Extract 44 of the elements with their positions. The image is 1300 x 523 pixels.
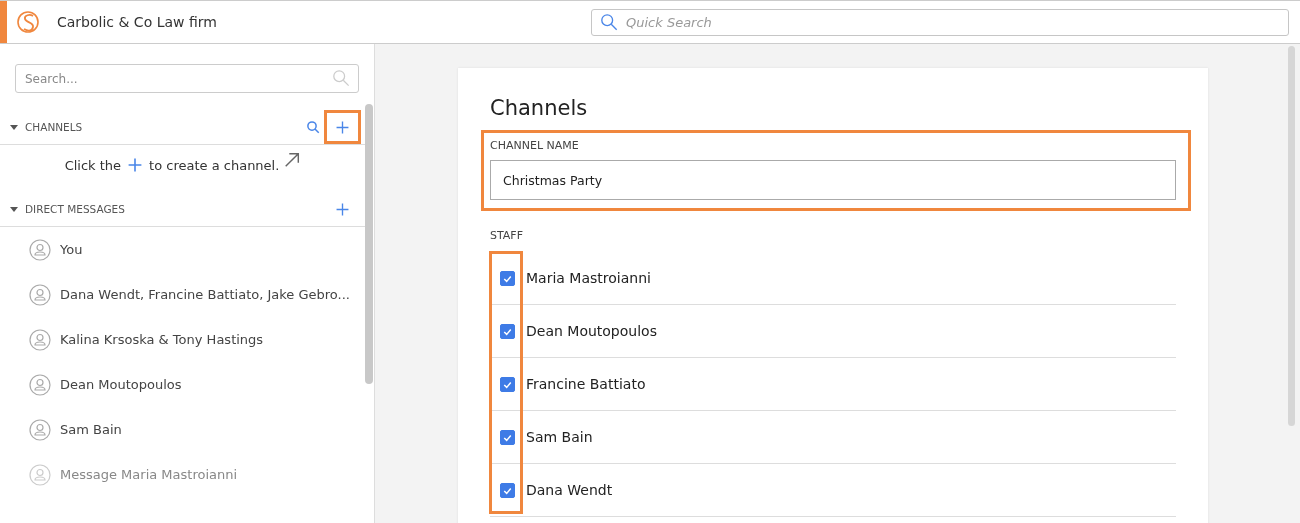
conversation-item[interactable]: Dean Moutopoulos [60, 377, 182, 392]
avatar-icon [29, 463, 51, 486]
field-label: STAFF [490, 229, 525, 242]
caret-icon[interactable] [9, 122, 19, 132]
conversation-item[interactable]: Kalina Krsoska & Tony Hastings [60, 332, 264, 347]
quick-search-field[interactable]: Quick Search [591, 8, 1289, 36]
section-label: CHANNELS [25, 121, 84, 133]
add-channel-button[interactable] [324, 110, 361, 144]
arrow-icon [283, 151, 302, 169]
logo-icon [16, 10, 40, 34]
checkbox[interactable] [500, 323, 515, 339]
checkbox[interactable] [500, 376, 515, 392]
staff-name: Dana Wendt [526, 482, 613, 498]
page-title: Channels [490, 96, 589, 120]
firm-name: Carbolic & Co Law firm [57, 14, 218, 30]
field-label: CHANNEL NAME [490, 139, 580, 152]
scrollbar[interactable] [365, 104, 373, 384]
checkbox[interactable] [500, 429, 515, 445]
staff-name: Sam Bain [526, 429, 593, 445]
section-label: DIRECT MESSAGES [25, 203, 126, 215]
search-field[interactable]: Search... [15, 64, 359, 93]
search-icon [332, 69, 350, 87]
conversation-item[interactable]: Dana Wendt, Francine Battiato, Jake Gebro... [60, 287, 350, 302]
checkbox[interactable] [500, 270, 515, 286]
conversation-item[interactable]: Sam Bain [60, 422, 122, 437]
checkbox[interactable] [500, 482, 515, 498]
scrollbar[interactable] [1288, 46, 1295, 426]
channel-name-field[interactable]: Christmas Party [490, 160, 1176, 200]
conversation-item[interactable]: You [60, 242, 83, 257]
suggested-contact[interactable]: Message Maria Mastroianni [60, 467, 238, 482]
search-icon[interactable] [306, 119, 321, 135]
avatar-icon [29, 418, 51, 441]
accent-stripe [0, 1, 7, 43]
avatar-icon [29, 373, 51, 396]
avatar-icon [29, 328, 51, 351]
caret-icon[interactable] [9, 204, 19, 214]
hint-text: Click the [64, 157, 122, 173]
staff-name: Dean Moutopoulos [526, 323, 657, 339]
plus-icon [127, 157, 144, 173]
staff-name: Maria Mastroianni [526, 270, 651, 286]
staff-name: Francine Battiato [526, 376, 646, 392]
avatar-icon [29, 283, 51, 306]
hint-text: to create a channel. [149, 157, 280, 173]
avatar-icon [29, 238, 51, 261]
